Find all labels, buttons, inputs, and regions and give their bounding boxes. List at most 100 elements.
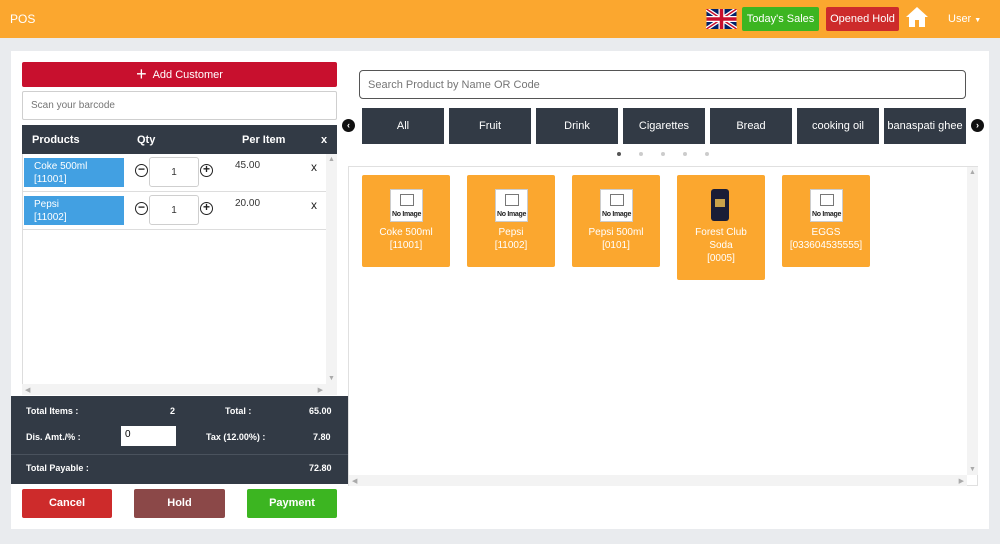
product-name: Pepsi [498,227,524,238]
product-name: Coke 500ml [379,227,433,238]
product-name: EGGS [811,227,841,238]
plus-circle-icon[interactable]: + [200,163,213,177]
totals-divider [11,454,348,455]
product-code: [11001] [389,240,423,251]
products-vertical-scrollbar[interactable]: ▲ ▼ [967,167,978,475]
pagination-dot[interactable] [683,152,687,156]
totals-panel: Total Items : 2 Total : 65.00 Dis. Amt./… [11,396,348,484]
hold-button[interactable]: Hold [134,489,225,518]
scroll-down-icon[interactable]: ▼ [328,375,335,382]
product-card[interactable]: No Image Pepsi [11002] [467,175,555,267]
qty-input[interactable]: 1 [149,195,199,225]
tax-label: Tax (12.00%) : [206,432,266,442]
cart-item-price: 20.00 [235,198,261,209]
opened-hold-button[interactable]: Opened Hold [826,7,899,31]
remove-item-button[interactable]: x [311,198,317,212]
top-bar: POS Today's Sales Opened Hold User ▼ [0,0,1000,38]
product-code: [0101] [602,240,630,251]
uk-flag-icon[interactable] [706,9,737,29]
home-icon[interactable] [905,5,929,29]
no-image-label: No Image [391,211,422,218]
total-items-label: Total Items : [26,406,79,416]
category-fruit[interactable]: Fruit [449,108,531,144]
add-customer-button[interactable]: + Add Customer [22,62,337,87]
scroll-up-icon[interactable]: ▲ [969,169,976,176]
cart-row: Pepsi [11002] − 1 + 20.00 x [23,192,327,230]
cart-horizontal-scrollbar[interactable]: ◀ ▶ [22,384,337,395]
product-code: [033604535555] [789,240,863,251]
total-label: Total : [225,406,252,416]
cart-product-name: Pepsi [34,199,60,210]
cart-body: Coke 500ml [11001] − 1 + 45.00 x Pepsi [… [22,154,337,394]
cart-row: Coke 500ml [11001] − 1 + 45.00 x [23,154,327,192]
discount-input[interactable]: 0 [121,426,176,446]
no-image-icon: No Image [390,189,423,222]
col-qty: Qty [137,134,156,146]
no-image-label: No Image [811,211,842,218]
category-cigarettes[interactable]: Cigarettes [623,108,705,144]
product-card[interactable]: Forest Club Soda [0005] [677,175,765,280]
app-title: POS [10,12,36,26]
todays-sales-button[interactable]: Today's Sales [742,7,819,31]
soda-can-icon [711,189,729,221]
product-card[interactable]: No Image Coke 500ml [11001] [362,175,450,267]
product-name: Forest Club [695,227,747,238]
product-name-line2: Soda [709,240,733,251]
tax-value: 7.80 [313,432,331,442]
cart-product-code: [11001] [34,174,67,185]
scroll-down-icon[interactable]: ▼ [969,466,976,473]
plus-circle-icon[interactable]: + [200,201,213,215]
product-search-input[interactable] [359,70,966,99]
product-card[interactable]: No Image EGGS [033604535555] [782,175,870,267]
total-items-value: 2 [170,406,176,416]
scroll-right-icon[interactable]: ▶ [318,386,323,394]
remove-item-button[interactable]: x [311,160,317,174]
user-menu[interactable]: User ▼ [948,13,981,25]
minus-circle-icon[interactable]: − [135,201,148,215]
no-image-icon: No Image [600,189,633,222]
scroll-left-icon[interactable]: ◀ [25,386,30,394]
category-drink[interactable]: Drink [536,108,618,144]
product-grid: No Image Coke 500ml [11001] No Image Pep… [348,166,978,486]
scroll-right-icon[interactable]: ▶ [959,477,964,485]
total-value: 65.00 [309,406,332,416]
total-payable-value: 72.80 [309,463,332,473]
no-image-label: No Image [496,211,527,218]
cart-product-name: Coke 500ml [34,161,88,172]
pagination-dot[interactable] [661,152,665,156]
payment-button[interactable]: Payment [247,489,337,518]
barcode-input[interactable] [22,91,337,120]
discount-label: Dis. Amt./% : [26,432,81,442]
no-image-icon: No Image [495,189,528,222]
category-banaspati-ghee[interactable]: banaspati ghee [884,108,966,144]
pagination-dot[interactable] [639,152,643,156]
product-code: [0005] [707,253,735,264]
plus-icon: + [136,64,147,84]
user-label: User [948,13,972,25]
products-horizontal-scrollbar[interactable]: ◀ ▶ [349,475,967,486]
col-products: Products [32,134,80,146]
category-all[interactable]: All [362,108,444,144]
col-per-item: Per Item [242,134,286,146]
category-cooking-oil[interactable]: cooking oil [797,108,879,144]
category-bread[interactable]: Bread [710,108,792,144]
cart-product-tag: Pepsi [11002] [24,196,124,225]
product-card[interactable]: No Image Pepsi 500ml [0101] [572,175,660,267]
cart-item-price: 45.00 [235,160,261,171]
cart-product-tag: Coke 500ml [11001] [24,158,124,187]
qty-input[interactable]: 1 [149,157,199,187]
cart-vertical-scrollbar[interactable]: ▲ ▼ [326,154,337,384]
pagination-dot[interactable] [617,152,621,156]
no-image-icon: No Image [810,189,843,222]
cart-table-header: Products Qty Per Item x [22,125,337,154]
cart-product-code: [11002] [34,212,67,223]
no-image-label: No Image [601,211,632,218]
pagination-dot[interactable] [705,152,709,156]
scroll-up-icon[interactable]: ▲ [328,156,335,163]
scroll-left-icon[interactable]: ◀ [352,477,357,485]
cancel-button[interactable]: Cancel [22,489,112,518]
chevron-right-icon[interactable]: › [971,119,984,132]
minus-circle-icon[interactable]: − [135,163,148,177]
chevron-left-icon[interactable]: ‹ [342,119,355,132]
add-customer-label: Add Customer [152,69,223,81]
